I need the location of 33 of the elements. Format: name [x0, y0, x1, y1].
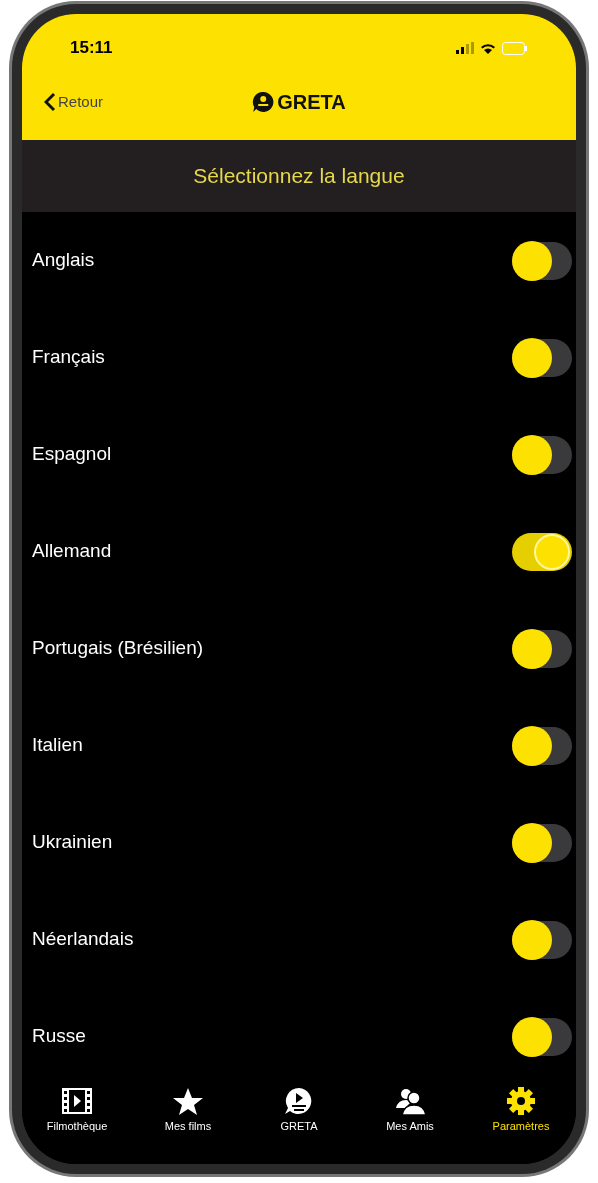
tab-item[interactable]: Mes Amis: [365, 1086, 455, 1135]
section-title: Sélectionnez la langue: [193, 163, 405, 190]
toggle-switch[interactable]: [512, 920, 572, 959]
language-label: Allemand: [32, 539, 112, 564]
toggle-switch[interactable]: [512, 435, 572, 474]
status-time: 15:11: [70, 37, 113, 60]
toggle-switch[interactable]: [512, 629, 572, 668]
toggle-switch[interactable]: [512, 823, 572, 862]
star-icon: [171, 1086, 205, 1116]
tab-item[interactable]: Paramètres: [476, 1086, 566, 1135]
chat-face-icon: [252, 91, 275, 113]
language-label: Anglais: [32, 248, 95, 273]
battery-icon: [502, 41, 528, 55]
language-label: Français: [32, 345, 105, 370]
tab-item[interactable]: Mes films: [143, 1086, 233, 1135]
language-label: Néerlandais: [32, 927, 134, 952]
language-label: Russe: [32, 1024, 86, 1049]
back-button[interactable]: Retour: [44, 90, 104, 114]
toggle-switch[interactable]: [512, 241, 572, 280]
chevron-left-icon: [44, 92, 56, 112]
toggle-switch[interactable]: [512, 1017, 572, 1056]
wifi-icon: [480, 42, 496, 54]
tab-item[interactable]: Filmothèque: [32, 1086, 122, 1135]
toggle-switch[interactable]: [512, 726, 572, 765]
signal-icon: [456, 42, 474, 54]
language-label: Ukrainien: [32, 830, 113, 855]
toggle-switch[interactable]: [512, 338, 572, 377]
tab-item[interactable]: GRETA: [254, 1086, 344, 1135]
language-label: Portugais (Brésilien): [32, 636, 204, 661]
language-label: Italien: [32, 733, 83, 758]
language-label: Espagnol: [32, 442, 112, 467]
app-title: GRETA: [277, 90, 346, 115]
toggle-switch[interactable]: [512, 532, 572, 571]
